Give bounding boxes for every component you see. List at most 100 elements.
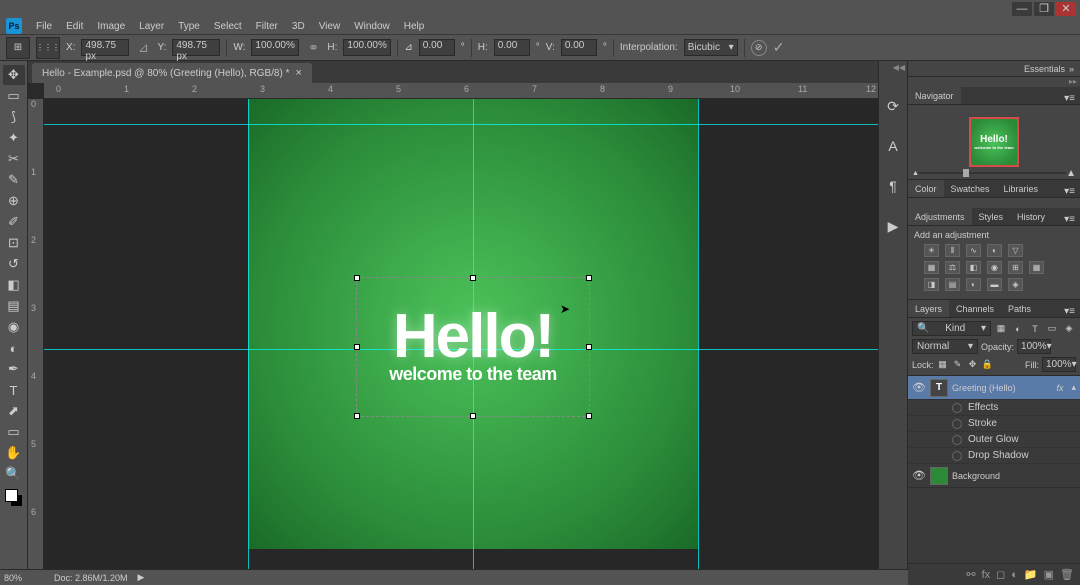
navigator-tab[interactable]: Navigator <box>908 87 961 104</box>
menu-image[interactable]: Image <box>91 19 131 34</box>
channels-tab[interactable]: Channels <box>949 300 1001 317</box>
layers-tab[interactable]: Layers <box>908 300 949 317</box>
skew-v-input[interactable]: 0.00 <box>561 39 597 56</box>
hand-tool[interactable]: ✋ <box>3 443 25 463</box>
layer-style-icon[interactable]: fx <box>982 569 991 581</box>
menu-edit[interactable]: Edit <box>60 19 89 34</box>
invert-icon[interactable]: ◨ <box>924 278 939 291</box>
layer-background[interactable]: 👁 Background <box>908 464 1080 488</box>
path-selection-tool[interactable]: ⬈ <box>3 401 25 421</box>
guide-vertical[interactable] <box>698 99 699 585</box>
lock-position-icon[interactable]: ✥ <box>967 359 979 371</box>
brush-tool[interactable]: ✐ <box>3 212 25 232</box>
zoom-level[interactable]: 80% <box>4 573 44 583</box>
marquee-tool[interactable]: ▭ <box>3 86 25 106</box>
history-tab[interactable]: History <box>1010 208 1052 225</box>
blur-tool[interactable]: ◉ <box>3 317 25 337</box>
transform-handle[interactable] <box>354 413 360 419</box>
guide-horizontal[interactable] <box>44 124 878 125</box>
vibrance-icon[interactable]: ▽ <box>1008 244 1023 257</box>
lock-pixels-icon[interactable]: ✎ <box>952 359 964 371</box>
photo-filter-icon[interactable]: ◉ <box>987 261 1002 274</box>
guide-vertical[interactable] <box>248 99 249 585</box>
transform-bounding-box[interactable]: Hello! welcome to the team <box>356 277 590 417</box>
lasso-tool[interactable]: ⟆ <box>3 107 25 127</box>
magic-wand-tool[interactable]: ✦ <box>3 128 25 148</box>
layer-fx-indicator[interactable]: fx <box>1056 383 1067 393</box>
menu-window[interactable]: Window <box>348 19 396 34</box>
brightness-icon[interactable]: ☀ <box>924 244 939 257</box>
lock-transparency-icon[interactable]: ▦ <box>937 359 949 371</box>
maximize-button[interactable]: ❐ <box>1034 2 1054 16</box>
filter-shape-icon[interactable]: ▭ <box>1045 322 1059 335</box>
layer-greeting[interactable]: 👁 T Greeting (Hello) fx ▴ <box>908 376 1080 400</box>
visibility-toggle[interactable]: 👁 <box>912 469 926 482</box>
filter-adjust-icon[interactable]: ◐ <box>1011 322 1025 335</box>
channel-mixer-icon[interactable]: ⊞ <box>1008 261 1023 274</box>
transform-handle[interactable] <box>586 413 592 419</box>
color-swatches[interactable] <box>5 489 23 507</box>
type-tool[interactable]: T <box>3 380 25 400</box>
x-input[interactable]: 498.75 px <box>81 39 129 56</box>
hue-icon[interactable]: ▦ <box>924 261 939 274</box>
layer-thumbnail[interactable] <box>930 467 948 485</box>
exposure-icon[interactable]: ◐ <box>987 244 1002 257</box>
swatches-tab[interactable]: Swatches <box>944 180 997 197</box>
gradient-tool[interactable]: ▤ <box>3 296 25 316</box>
menu-filter[interactable]: Filter <box>250 19 284 34</box>
crop-tool[interactable]: ✂ <box>3 149 25 169</box>
wh-link-icon[interactable]: ⚭ <box>305 41 321 54</box>
stamp-tool[interactable]: ⊡ <box>3 233 25 253</box>
effect-stroke[interactable]: Stroke <box>908 416 1080 432</box>
posterize-icon[interactable]: ▤ <box>945 278 960 291</box>
foreground-color[interactable] <box>5 489 18 502</box>
workspace-switcher[interactable]: Essentials » <box>908 61 1080 77</box>
transform-handle[interactable] <box>586 344 592 350</box>
panel-menu-button[interactable]: ▾≡ <box>1059 214 1080 225</box>
link-layers-icon[interactable]: ⚯ <box>966 568 975 581</box>
filter-type-icon[interactable]: T <box>1028 322 1042 335</box>
paragraph-panel-icon[interactable]: ¶ <box>882 175 904 197</box>
actions-panel-icon[interactable]: ▶ <box>882 215 904 237</box>
color-balance-icon[interactable]: ⚖ <box>945 261 960 274</box>
new-layer-icon[interactable]: ▣ <box>1044 568 1054 581</box>
pen-tool[interactable]: ✒ <box>3 359 25 379</box>
minimize-button[interactable]: — <box>1012 2 1032 16</box>
menu-layer[interactable]: Layer <box>133 19 170 34</box>
menu-view[interactable]: View <box>313 19 347 34</box>
layer-name[interactable]: Greeting (Hello) <box>952 383 1052 393</box>
menu-3d[interactable]: 3D <box>286 19 311 34</box>
status-menu-icon[interactable]: ▶ <box>138 572 145 583</box>
healing-tool[interactable]: ⊕ <box>3 191 25 211</box>
layer-filter-select[interactable]: 🔍Kind▾ <box>912 321 991 336</box>
close-button[interactable]: ✕ <box>1056 2 1076 16</box>
visibility-toggle[interactable]: 👁 <box>912 381 926 394</box>
cancel-transform-button[interactable]: ⊘ <box>751 40 767 56</box>
close-tab-button[interactable]: × <box>295 67 301 79</box>
transform-handle[interactable] <box>470 275 476 281</box>
adjustments-tab[interactable]: Adjustments <box>908 208 972 225</box>
horizontal-ruler[interactable]: 0 1 2 3 4 5 6 7 8 9 10 11 12 <box>44 83 878 99</box>
color-tab[interactable]: Color <box>908 180 944 197</box>
effect-drop-shadow[interactable]: Drop Shadow <box>908 448 1080 464</box>
layer-name[interactable]: Background <box>952 471 1080 481</box>
color-panel[interactable] <box>908 198 1080 208</box>
fill-input[interactable]: 100%▾ <box>1042 357 1076 372</box>
xy-link-icon[interactable]: ⊿ <box>135 41 151 54</box>
levels-icon[interactable]: ⫴ <box>945 244 960 257</box>
menu-help[interactable]: Help <box>398 19 431 34</box>
zoom-out-icon[interactable]: ▲ <box>912 170 919 177</box>
eyedropper-tool[interactable]: ✎ <box>3 170 25 190</box>
y-input[interactable]: 498.75 px <box>172 39 220 56</box>
lock-all-icon[interactable]: 🔒 <box>982 359 994 371</box>
selective-color-icon[interactable]: ◈ <box>1008 278 1023 291</box>
paths-tab[interactable]: Paths <box>1001 300 1038 317</box>
bw-icon[interactable]: ◧ <box>966 261 981 274</box>
transform-handle[interactable] <box>586 275 592 281</box>
layer-thumbnail[interactable]: T <box>930 379 948 397</box>
vertical-ruler[interactable]: 0 1 2 3 4 5 6 <box>28 99 44 585</box>
panel-collapse-button[interactable]: ▸▸ <box>908 77 1080 87</box>
navigator-thumbnail[interactable]: Hello! welcome to the team <box>969 117 1019 167</box>
styles-tab[interactable]: Styles <box>972 208 1011 225</box>
move-tool[interactable]: ✥ <box>3 65 25 85</box>
